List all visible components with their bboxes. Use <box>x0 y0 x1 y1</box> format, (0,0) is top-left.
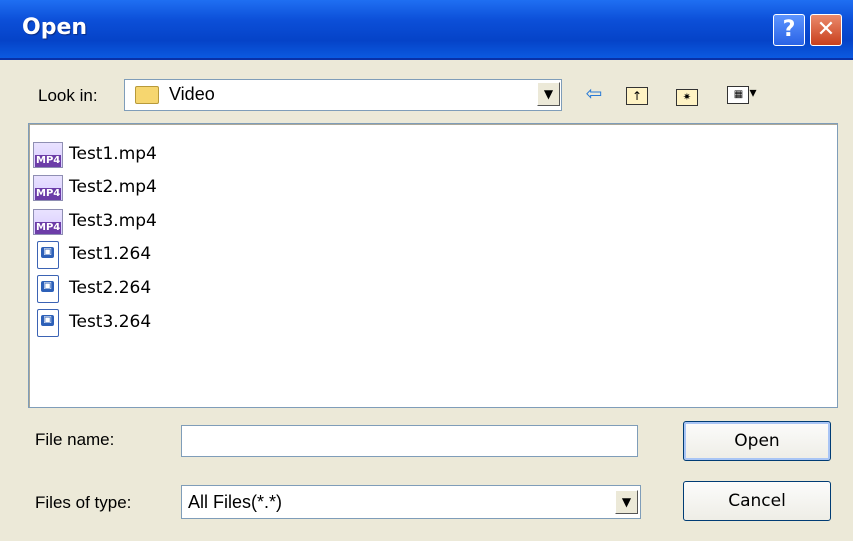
file-name: Test3.mp4 <box>69 211 157 231</box>
files-of-type-dropdown[interactable]: All Files(*.*) ▼ <box>181 485 641 519</box>
folder-icon <box>135 86 159 104</box>
dialog-title: Open <box>22 15 88 40</box>
look-in-value: Video <box>169 84 215 104</box>
chevron-down-icon[interactable]: ▼ <box>537 82 560 106</box>
back-icon[interactable]: ⇦ <box>582 80 606 106</box>
mp4-file-icon: MP4 <box>33 175 63 201</box>
new-folder-icon[interactable]: ✷ <box>672 80 702 106</box>
video-file-icon: ▣ <box>37 309 59 337</box>
close-button[interactable]: ✕ <box>810 14 842 46</box>
look-in-label: Look in: <box>38 86 98 105</box>
chevron-down-icon[interactable]: ▼ <box>615 490 638 514</box>
title-bar: Open ? ✕ <box>0 0 853 60</box>
file-name: Test1.264 <box>69 244 152 264</box>
mp4-file-icon: MP4 <box>33 142 63 168</box>
open-dialog: Open ? ✕ Look in: Video ▼ ⇦ ↑ ✷ ▦ ▾ MP4 T… <box>0 0 853 541</box>
view-menu-icon[interactable]: ▦ ▾ <box>718 80 766 106</box>
file-name-input[interactable] <box>181 425 638 457</box>
file-name-label: File name: <box>35 430 115 449</box>
file-name: Test2.mp4 <box>69 177 157 197</box>
cancel-button[interactable]: Cancel <box>683 481 831 521</box>
help-button[interactable]: ? <box>773 14 805 46</box>
files-of-type-label: Files of type: <box>35 493 132 512</box>
open-button[interactable]: Open <box>683 421 831 461</box>
file-list[interactable]: MP4 Test1.mp4 MP4 Test2.mp4 MP4 Test3.mp… <box>28 123 838 408</box>
video-file-icon: ▣ <box>37 275 59 303</box>
file-name: Test3.264 <box>69 312 152 332</box>
mp4-file-icon: MP4 <box>33 209 63 235</box>
video-file-icon: ▣ <box>37 241 59 269</box>
up-folder-icon[interactable]: ↑ <box>624 80 650 106</box>
files-of-type-value: All Files(*.*) <box>188 492 283 512</box>
look-in-dropdown[interactable]: Video ▼ <box>124 79 562 111</box>
file-name: Test2.264 <box>69 278 152 298</box>
file-name: Test1.mp4 <box>69 144 157 164</box>
